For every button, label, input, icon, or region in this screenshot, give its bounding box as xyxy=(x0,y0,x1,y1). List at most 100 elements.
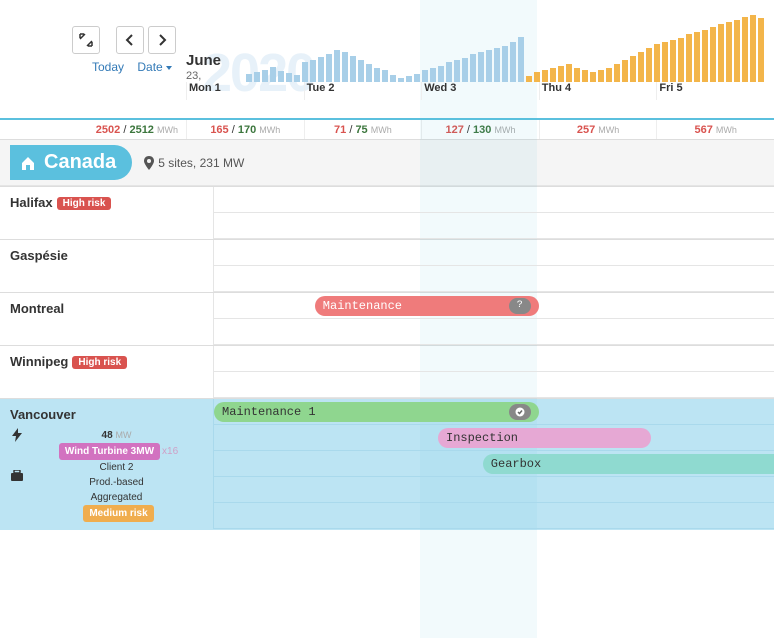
basis-label: Prod.-based xyxy=(30,475,203,490)
question-icon[interactable]: ? xyxy=(509,298,531,314)
bolt-icon xyxy=(10,428,24,442)
bar xyxy=(286,73,292,82)
site-left[interactable]: Montreal xyxy=(0,293,213,345)
track[interactable] xyxy=(213,372,774,398)
bar xyxy=(558,66,564,82)
toolbar-links: Today Date xyxy=(92,60,172,74)
prev-button[interactable] xyxy=(116,26,144,54)
next-button[interactable] xyxy=(148,26,176,54)
site-name: Halifax xyxy=(10,195,53,210)
bar xyxy=(278,71,284,82)
track[interactable] xyxy=(213,503,774,529)
check-icon[interactable] xyxy=(509,404,531,420)
risk-badge: Medium risk xyxy=(83,505,153,522)
pin-icon xyxy=(144,156,154,170)
bar xyxy=(566,64,572,82)
bar xyxy=(590,72,596,82)
track[interactable]: Maintenance 1 xyxy=(213,399,774,425)
track[interactable] xyxy=(213,266,774,292)
bar xyxy=(494,48,500,82)
site-row: WinnipegHigh risk xyxy=(0,345,774,398)
task-label: Maintenance 1 xyxy=(222,402,316,422)
bar xyxy=(510,42,516,82)
track[interactable] xyxy=(213,477,774,503)
today-link[interactable]: Today xyxy=(92,60,124,74)
site-name: Montreal xyxy=(10,301,64,316)
task-label: Gearbox xyxy=(491,454,541,474)
day-header: Tue 2 xyxy=(304,82,422,100)
bar xyxy=(470,54,476,82)
track[interactable]: Inspection xyxy=(213,425,774,451)
bar xyxy=(294,75,300,82)
briefcase-icon xyxy=(10,470,24,482)
track[interactable]: Gearbox xyxy=(213,451,774,477)
bar xyxy=(710,27,716,82)
totals-day-cell: 257 MWh xyxy=(539,120,657,139)
bar xyxy=(502,46,508,82)
site-left[interactable]: WinnipegHigh risk xyxy=(0,346,213,398)
expand-button[interactable] xyxy=(72,26,100,54)
chart-area: 2020 June 23, Mon 1Tue 2Wed 3Thu 4Fri 5 xyxy=(186,0,774,100)
capacity-value: 48 xyxy=(102,430,113,441)
bar xyxy=(718,24,724,82)
bar xyxy=(654,44,660,82)
track[interactable] xyxy=(213,319,774,345)
bar xyxy=(534,72,540,82)
turbine-badge: Wind Turbine 3MW xyxy=(59,443,160,460)
task-bar[interactable]: Gearbox xyxy=(483,454,774,474)
bar xyxy=(342,52,348,82)
bar xyxy=(630,56,636,82)
turbine-count: x16 xyxy=(162,446,178,457)
site-row: Montreal Maintenance? xyxy=(0,292,774,345)
bar xyxy=(638,52,644,82)
bar xyxy=(550,68,556,82)
site-left[interactable]: Gaspésie xyxy=(0,240,213,292)
day-header: Mon 1 xyxy=(186,82,304,100)
site-name: Winnipeg xyxy=(10,354,68,369)
track[interactable]: Maintenance? xyxy=(213,293,774,319)
task-bar[interactable]: Inspection xyxy=(438,428,651,448)
track[interactable] xyxy=(213,187,774,213)
nav-toolbar xyxy=(72,26,176,54)
task-bar[interactable]: Maintenance? xyxy=(315,296,539,316)
day-row: Mon 1Tue 2Wed 3Thu 4Fri 5 xyxy=(186,82,774,100)
capacity-unit: MW xyxy=(115,430,131,440)
bar xyxy=(390,75,396,82)
bar xyxy=(334,50,340,82)
site-tracks: Maintenance 1 Inspection Gearbox xyxy=(213,399,774,530)
day-header: Thu 4 xyxy=(539,82,657,100)
site-tracks xyxy=(213,187,774,239)
track[interactable] xyxy=(213,213,774,239)
bar xyxy=(358,60,364,82)
bar xyxy=(734,20,740,82)
region-name: Canada xyxy=(44,151,116,174)
region-row: Canada 5 sites, 231 MW xyxy=(0,140,774,186)
totals-day-cell: 165 / 170 MWh xyxy=(186,120,304,139)
bar xyxy=(750,15,756,82)
site-left[interactable]: Vancouver 48 MW Wind Turbine 3MWx16 Clie… xyxy=(0,399,213,530)
track[interactable] xyxy=(213,346,774,372)
bar xyxy=(302,62,308,82)
track[interactable] xyxy=(213,240,774,266)
site-tracks xyxy=(213,240,774,292)
bar xyxy=(246,74,252,82)
date-dropdown[interactable]: Date xyxy=(137,60,171,74)
bar xyxy=(422,70,428,82)
site-left[interactable]: HalifaxHigh risk xyxy=(0,187,213,239)
production-bars xyxy=(186,12,774,82)
site-row-expanded: Vancouver 48 MW Wind Turbine 3MWx16 Clie… xyxy=(0,398,774,530)
bar xyxy=(270,67,276,82)
site-row: Gaspésie xyxy=(0,239,774,292)
bar xyxy=(662,42,668,82)
timeline-header: Today Date 2020 June 23, Mon 1Tue 2Wed 3… xyxy=(0,0,774,120)
region-pill[interactable]: Canada xyxy=(10,145,132,180)
task-bar[interactable]: Maintenance 1 xyxy=(214,402,539,422)
bar xyxy=(726,22,732,82)
bar xyxy=(350,56,356,82)
bar xyxy=(582,70,588,82)
bar xyxy=(438,66,444,82)
bar xyxy=(542,70,548,82)
bar xyxy=(758,18,764,82)
bar xyxy=(646,48,652,82)
bar xyxy=(742,17,748,82)
